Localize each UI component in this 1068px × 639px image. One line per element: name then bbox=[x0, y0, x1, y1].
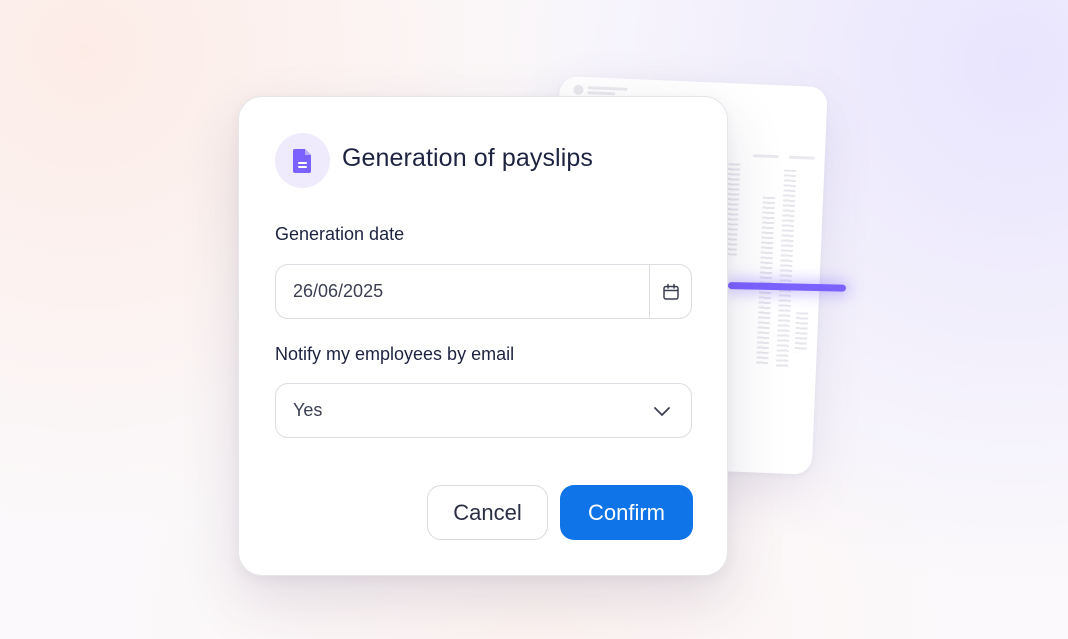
document-icon bbox=[292, 148, 311, 173]
calendar-button[interactable] bbox=[649, 265, 691, 318]
document-header-line bbox=[587, 91, 616, 96]
chevron-down-icon bbox=[654, 406, 670, 416]
confirm-button[interactable]: Confirm bbox=[560, 485, 693, 540]
document-column-header bbox=[752, 154, 779, 159]
generation-date-input[interactable] bbox=[276, 265, 649, 318]
notify-employees-select[interactable]: Yes bbox=[275, 383, 692, 438]
notify-employees-label: Notify my employees by email bbox=[275, 344, 515, 364]
dialog-title: Generation of payslips bbox=[342, 144, 593, 172]
document-data-column bbox=[775, 169, 797, 370]
dialog-icon-badge bbox=[275, 133, 330, 188]
generate-payslips-dialog: Generation of payslips Generation date N… bbox=[238, 96, 728, 576]
generation-date-label: Generation date bbox=[275, 224, 405, 244]
document-header-line bbox=[587, 86, 628, 91]
document-data-column bbox=[794, 312, 809, 353]
document-avatar bbox=[573, 84, 584, 95]
cancel-button[interactable]: Cancel bbox=[427, 485, 548, 540]
calendar-icon bbox=[662, 283, 679, 300]
notify-employees-value: Yes bbox=[293, 400, 323, 420]
document-column-header bbox=[788, 155, 815, 160]
generation-date-field bbox=[275, 264, 692, 319]
